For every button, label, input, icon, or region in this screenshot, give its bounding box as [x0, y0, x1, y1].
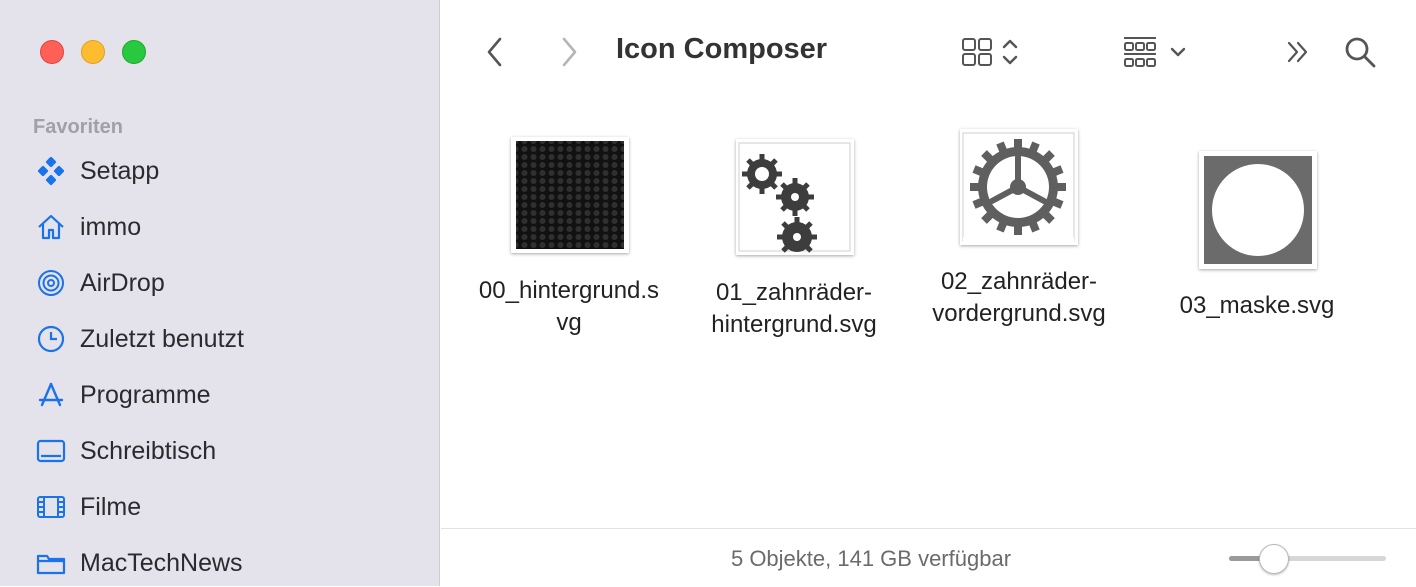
- sidebar-item-label: Setapp: [80, 156, 160, 185]
- chevron-updown-icon: [1002, 39, 1018, 65]
- sidebar-item-mactechnews[interactable]: MacTechNews: [36, 543, 243, 583]
- file-name: 00_hintergrund.s vg: [478, 277, 660, 336]
- chevron-left-icon: [487, 37, 502, 67]
- search-button[interactable]: [1340, 32, 1380, 72]
- zoom-button[interactable]: [122, 40, 146, 64]
- folder-icon: [36, 548, 66, 578]
- chevron-down-icon: [1170, 47, 1186, 57]
- more-toolbar-button[interactable]: [1280, 34, 1316, 70]
- airdrop-icon: [36, 268, 66, 298]
- file-name: 02_zahnräder-vordergrund.svg: [932, 268, 1106, 327]
- minimize-button[interactable]: [81, 40, 105, 64]
- status-text: 5 Objekte, 141 GB verfügbar: [730, 546, 1012, 571]
- sidebar-item-immo[interactable]: immo: [36, 207, 141, 247]
- film-icon: [36, 492, 66, 522]
- sidebar-item-desktop[interactable]: Schreibtisch: [36, 431, 216, 471]
- setapp-icon: [36, 156, 66, 186]
- mask-circle-icon: [1204, 156, 1312, 264]
- carbon-pattern-icon: [516, 141, 624, 249]
- sidebar-item-label: Programme: [80, 380, 211, 409]
- icon-grid-icon: [962, 38, 992, 66]
- zoom-slider[interactable]: [1229, 544, 1386, 574]
- forward-button[interactable]: [552, 34, 586, 70]
- file-thumbnail: [1199, 151, 1317, 269]
- desktop-icon: [36, 436, 66, 466]
- file-thumbnail: [960, 129, 1078, 245]
- file-thumbnail: [511, 137, 629, 253]
- view-mode-button[interactable]: [952, 34, 1028, 70]
- sidebar-item-label: MacTechNews: [80, 548, 243, 577]
- group-grid-icon: [1124, 37, 1156, 67]
- gears-icon: [738, 142, 851, 253]
- double-chevron-right-icon: [1287, 41, 1308, 63]
- sidebar: Favoriten Setapp immo AirDrop Zuletzt be…: [0, 0, 440, 586]
- sidebar-item-airdrop[interactable]: AirDrop: [36, 263, 165, 303]
- file-name: 03_maske.svg: [1179, 292, 1335, 319]
- window-title: Icon Composer: [616, 33, 828, 65]
- sidebar-item-label: AirDrop: [80, 268, 165, 297]
- sidebar-item-recents[interactable]: Zuletzt benutzt: [36, 319, 244, 359]
- sidebar-item-label: Filme: [80, 492, 142, 521]
- sidebar-item-label: Schreibtisch: [80, 436, 217, 465]
- sidebar-section-favorites: Favoriten: [33, 116, 124, 138]
- file-name: 01_zahnräder-hintergrund.svg: [711, 279, 877, 338]
- group-button[interactable]: [1114, 34, 1194, 70]
- sidebar-item-label: Zuletzt benutzt: [80, 324, 244, 353]
- clock-icon: [36, 324, 66, 354]
- apps-icon: [36, 380, 66, 410]
- zoom-slider-knob[interactable]: [1258, 544, 1289, 574]
- sidebar-item-label: immo: [80, 212, 142, 241]
- window-controls: [40, 40, 146, 64]
- search-icon: [1345, 37, 1376, 68]
- chevron-right-icon: [562, 37, 577, 67]
- sidebar-item-applications[interactable]: Programme: [36, 375, 211, 415]
- sidebar-item-movies[interactable]: Filme: [36, 487, 141, 527]
- status-bar: 5 Objekte, 141 GB verfügbar: [441, 528, 1416, 587]
- sidebar-item-setapp[interactable]: Setapp: [36, 151, 159, 191]
- home-icon: [36, 212, 66, 242]
- close-button[interactable]: [40, 40, 64, 64]
- file-thumbnail: [736, 139, 854, 255]
- gear-icon: [962, 132, 1075, 245]
- back-button[interactable]: [478, 34, 512, 70]
